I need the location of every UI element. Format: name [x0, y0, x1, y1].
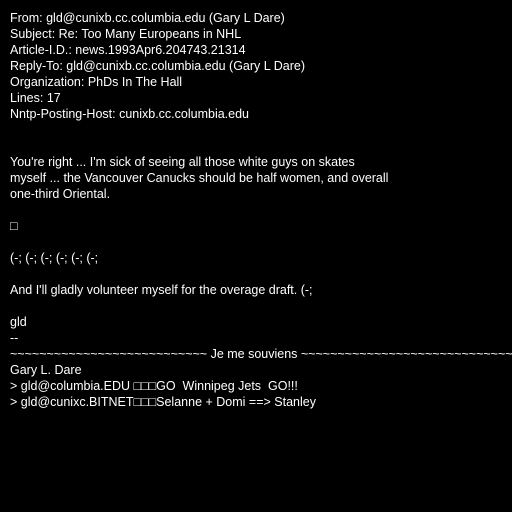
- header-organization: Organization: PhDs In The Hall: [10, 75, 183, 89]
- header-article-id: Article-I.D.: news.1993Apr6.204743.21314: [10, 43, 246, 57]
- signature-line-1: > gld@columbia.EDU □□□GO Winnipeg Jets G…: [10, 379, 298, 393]
- header-subject: Subject: Re: Too Many Europeans in NHL: [10, 27, 242, 41]
- signature-line-2: > gld@cunixc.BITNET□□□Selanne + Domi ==>…: [10, 395, 316, 409]
- message-window: From: gld@cunixb.cc.columbia.edu (Gary L…: [0, 0, 512, 512]
- header-lines: Lines: 17: [10, 91, 61, 105]
- signature-name: Gary L. Dare: [10, 363, 82, 377]
- signature-banner: ~~~~~~~~~~~~~~~~~~~~~~~~~~~ Je me souvie…: [10, 347, 512, 361]
- smileys-line: (-; (-; (-; (-; (-; (-;: [10, 251, 99, 265]
- signoff-text: gld: [10, 315, 27, 329]
- box-glyph: □: [10, 219, 18, 233]
- body-line-2: myself ... the Vancouver Canucks should …: [10, 171, 389, 185]
- body-line-1: You're right ... I'm sick of seeing all …: [10, 155, 355, 169]
- header-nntp-host: Nntp-Posting-Host: cunixb.cc.columbia.ed…: [10, 107, 250, 121]
- header-reply-to: Reply-To: gld@cunixb.cc.columbia.edu (Ga…: [10, 59, 305, 73]
- draft-line: And I'll gladly volunteer myself for the…: [10, 283, 313, 297]
- body-line-3: one-third Oriental.: [10, 187, 111, 201]
- header-from: From: gld@cunixb.cc.columbia.edu (Gary L…: [10, 11, 285, 25]
- signature-separator: --: [10, 331, 19, 345]
